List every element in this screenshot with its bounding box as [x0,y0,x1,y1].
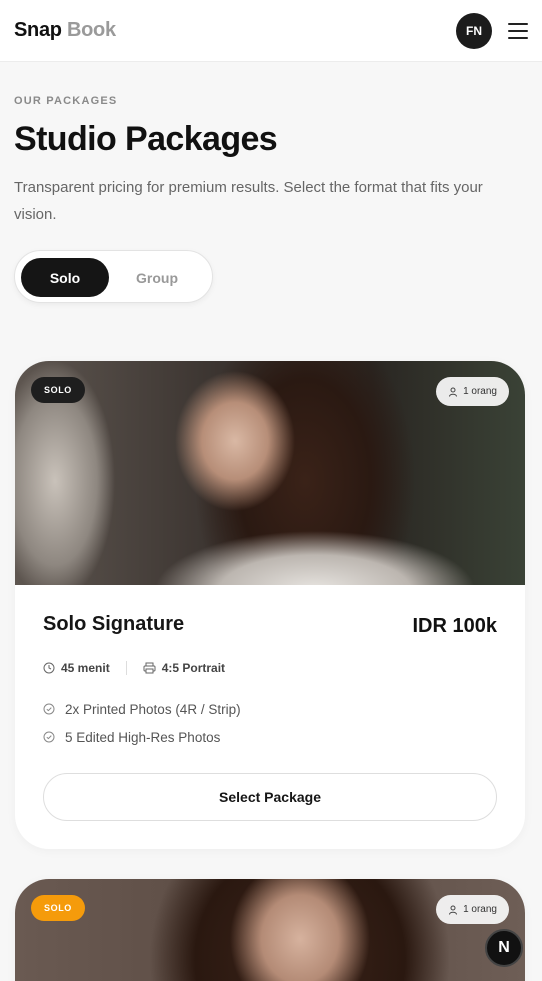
package-meta: 45 menit 4:5 Portrait [43,661,225,675]
meta-divider [125,661,127,675]
floating-action-button[interactable]: N [485,929,523,967]
package-price: IDR 100k [412,615,498,637]
people-count: 1 orang [463,386,497,397]
person-icon [448,387,458,397]
header-actions: FN [456,12,528,49]
person-icon [448,905,458,915]
page-title: Studio Packages [14,120,278,158]
page-subtitle: Transparent pricing for premium results.… [14,179,483,223]
toggle-option-solo[interactable]: Solo [21,258,109,297]
package-photo: SOLO 1 orang [15,879,525,981]
check-circle-icon [43,731,55,743]
feature-text: 2x Printed Photos (4R / Strip) [65,701,241,717]
package-card: SOLO 1 orang [15,879,525,981]
section-eyebrow: OUR PACKAGES [14,95,118,107]
app-logo[interactable]: Snap Book [14,19,116,42]
people-badge: 1 orang [436,377,509,406]
top-header: Snap Book FN [0,0,542,62]
package-name: Solo Signature [43,613,185,635]
list-item: 2x Printed Photos (4R / Strip) [43,695,241,723]
feature-text: 5 Edited High-Res Photos [65,729,221,745]
people-badge: 1 orang [436,895,509,924]
clock-icon [43,662,55,674]
list-item: 5 Edited High-Res Photos [43,723,241,751]
package-card: SOLO 1 orang Solo Signature IDR 100k 45 … [15,361,525,849]
toggle-option-group[interactable]: Group [113,258,201,297]
people-count: 1 orang [463,904,497,915]
select-package-button[interactable]: Select Package [43,773,497,821]
package-duration: 45 menit [61,661,110,675]
printer-icon [143,662,156,674]
avatar[interactable]: FN [456,12,492,49]
type-badge: SOLO [31,895,85,921]
package-type-toggle: Solo Group [14,250,213,303]
package-photo: SOLO 1 orang [15,361,525,585]
type-badge: SOLO [31,377,85,403]
check-circle-icon [43,703,55,715]
logo-primary: Snap [14,19,62,41]
hamburger-menu-icon[interactable] [508,22,528,39]
package-format: 4:5 Portrait [161,661,226,675]
feature-list: 2x Printed Photos (4R / Strip) 5 Edited … [43,695,241,751]
logo-secondary: Book [66,19,116,41]
